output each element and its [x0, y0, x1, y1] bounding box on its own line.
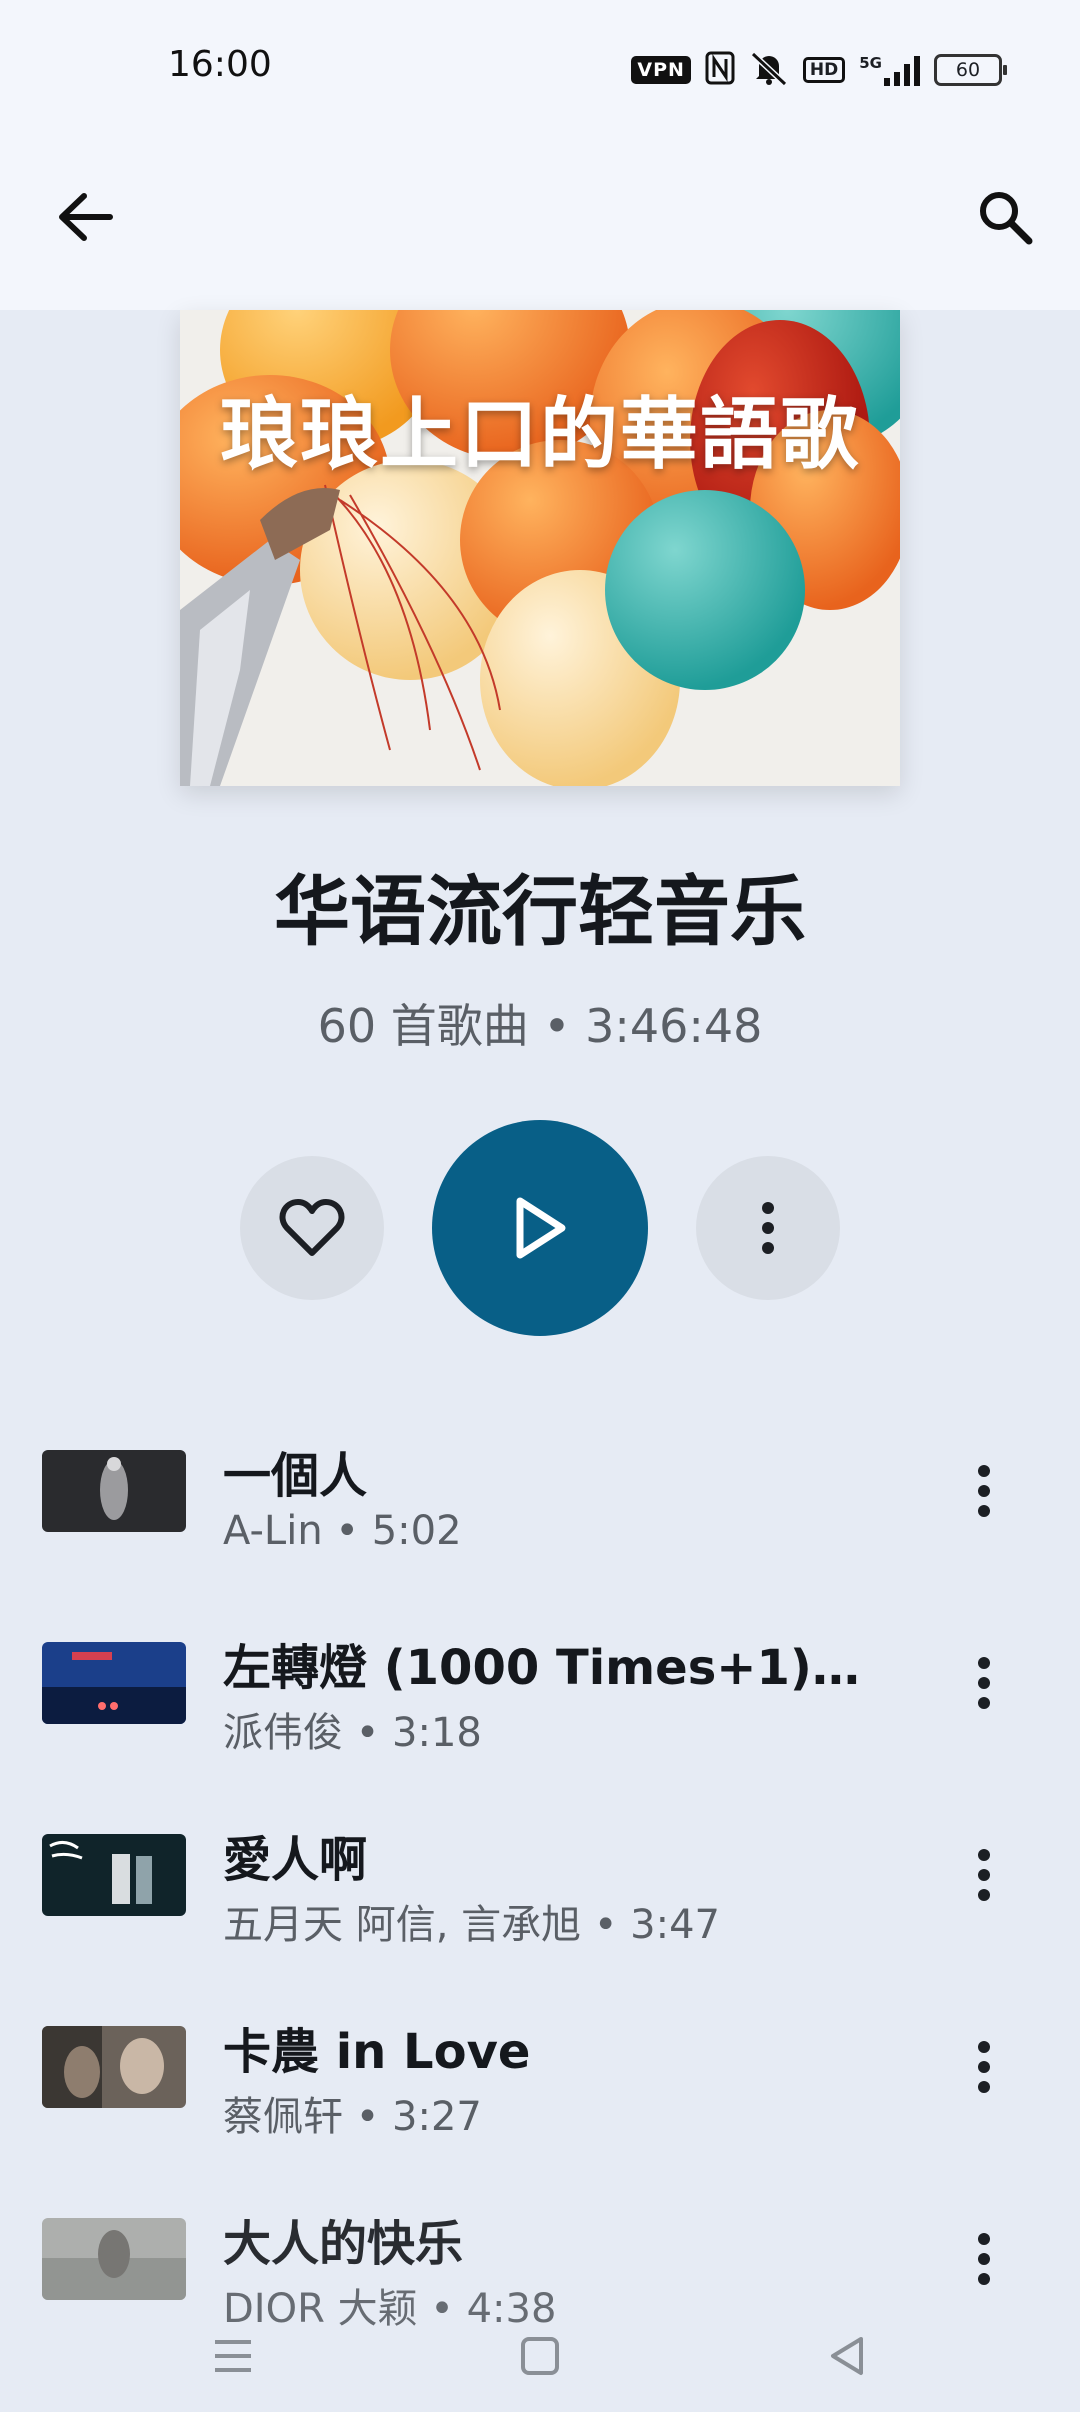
home-button[interactable]: [490, 2316, 590, 2396]
song-list: 一個人 A-Lin • 5:02 左轉燈 (1000 Times+1)（合… 派…: [0, 1416, 1080, 2376]
like-button[interactable]: [240, 1156, 384, 1300]
menu-icon: [215, 2340, 252, 2372]
song-more-button[interactable]: [948, 1436, 1020, 1546]
app-bar: [0, 130, 1080, 310]
recent-apps-button[interactable]: [183, 2316, 283, 2396]
cover-title: 琅琅上口的華語歌: [219, 390, 860, 480]
song-thumbnail: [42, 1834, 186, 1916]
network-type: 5G: [859, 54, 882, 72]
status-time: 16:00: [168, 44, 272, 85]
song-title: 大人的快乐: [223, 2216, 464, 2272]
song-thumbnail: [42, 2218, 186, 2300]
song-thumbnail: [42, 2026, 186, 2108]
song-more-button[interactable]: [948, 2012, 1020, 2122]
battery-icon: 60: [934, 54, 1007, 86]
song-thumbnail: [42, 1642, 186, 1724]
back-button[interactable]: [40, 172, 130, 262]
status-bar: 16:00 VPN HD 5G 60: [0, 0, 1080, 130]
more-vert-icon: [978, 2041, 990, 2093]
play-button[interactable]: [432, 1120, 648, 1336]
back-triangle-icon: [830, 2337, 863, 2375]
song-more-button[interactable]: [948, 2204, 1020, 2314]
song-subtitle: 五月天 阿信, 言承旭 • 3:47: [223, 1902, 720, 1948]
song-row[interactable]: 愛人啊 五月天 阿信, 言承旭 • 3:47: [0, 1800, 1080, 1992]
song-thumbnail: [42, 1450, 186, 1532]
playlist-cover: 琅琅上口的華語歌: [180, 310, 900, 786]
song-title: 左轉燈 (1000 Times+1)（合…: [223, 1640, 883, 1696]
search-icon: [980, 192, 1033, 245]
signal-5g-icon: 5G: [859, 54, 920, 86]
heart-icon: [279, 1199, 345, 1256]
more-vert-icon: [978, 1657, 990, 1709]
system-nav-bar: [0, 2300, 1080, 2412]
song-title: 一個人: [223, 1448, 368, 1504]
hd-icon: HD: [802, 57, 846, 83]
song-row[interactable]: 卡農 in Love 蔡佩轩 • 3:27: [0, 1992, 1080, 2184]
more-vert-icon: [978, 1849, 990, 1901]
vpn-icon: VPN: [631, 56, 691, 84]
nfc-icon: [705, 51, 735, 89]
song-more-button[interactable]: [948, 1628, 1020, 1738]
system-back-button[interactable]: [797, 2316, 897, 2396]
status-icons: VPN HD 5G 60: [631, 50, 1007, 90]
song-subtitle: 蔡佩轩 • 3:27: [223, 2094, 482, 2140]
song-row[interactable]: 一個人 A-Lin • 5:02: [0, 1416, 1080, 1608]
playlist-meta: 60 首歌曲 • 3:46:48: [317, 999, 763, 1053]
more-vert-icon: [978, 1465, 990, 1517]
song-row[interactable]: 左轉燈 (1000 Times+1)（合… 派伟俊 • 3:18: [0, 1608, 1080, 1800]
song-title: 卡農 in Love: [223, 2024, 531, 2080]
more-vert-icon: [762, 1202, 774, 1254]
play-icon: [516, 1197, 566, 1259]
search-button[interactable]: [960, 172, 1050, 262]
arrow-left-icon: [59, 193, 113, 241]
song-subtitle: A-Lin • 5:02: [223, 1508, 462, 1554]
song-more-button[interactable]: [948, 1820, 1020, 1930]
home-square-icon: [520, 2337, 559, 2375]
mute-icon: [749, 50, 789, 90]
song-title: 愛人啊: [223, 1832, 368, 1888]
playlist-title: 华语流行轻音乐: [274, 867, 806, 956]
more-options-button[interactable]: [696, 1156, 840, 1300]
more-vert-icon: [978, 2233, 990, 2285]
song-subtitle: 派伟俊 • 3:18: [223, 1710, 482, 1756]
